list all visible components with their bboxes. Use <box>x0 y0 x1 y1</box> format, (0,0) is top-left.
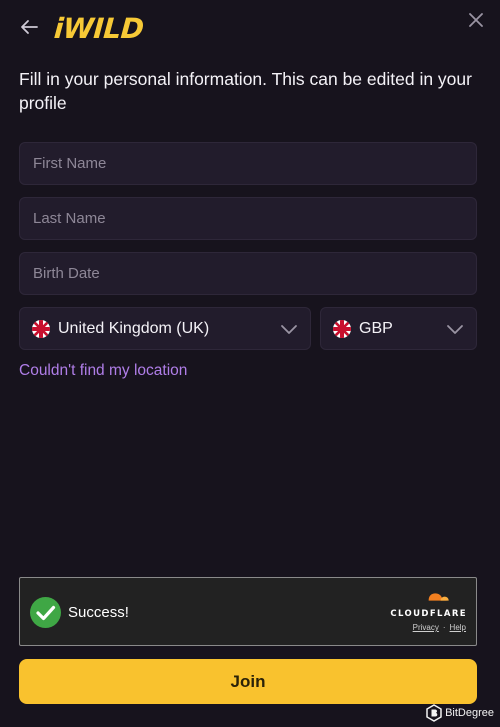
join-button[interactable]: Join <box>19 659 477 704</box>
birth-date-input[interactable] <box>33 265 463 282</box>
watermark-text: BitDegree <box>445 707 494 719</box>
first-name-input[interactable] <box>33 155 463 172</box>
last-name-input[interactable] <box>33 210 463 227</box>
country-select[interactable]: United Kingdom (UK) <box>19 307 311 350</box>
birth-date-field[interactable] <box>19 252 477 295</box>
last-name-field[interactable] <box>19 197 477 240</box>
chevron-down-icon <box>447 324 463 334</box>
uk-flag-icon <box>32 319 50 338</box>
close-button[interactable] <box>464 8 488 32</box>
bitdegree-logo-icon <box>426 704 442 722</box>
cloudflare-wordmark: CLOUDFLARE <box>390 609 467 619</box>
close-icon <box>469 13 483 27</box>
success-check-icon <box>30 597 61 628</box>
currency-value: GBP <box>359 319 393 337</box>
arrow-left-icon <box>21 20 38 34</box>
privacy-link[interactable]: Privacy <box>413 623 439 632</box>
cloudflare-captcha: Success! CLOUDFLARE Privacy · Help <box>19 577 477 646</box>
back-button[interactable] <box>16 14 42 40</box>
chevron-down-icon <box>281 324 297 334</box>
link-separator: · <box>442 623 446 632</box>
location-help-link[interactable]: Couldn't find my location <box>19 362 187 380</box>
signup-page: iWILD Fill in your personal information.… <box>0 0 500 727</box>
header: iWILD <box>0 0 500 60</box>
brand-logo: iWILD <box>52 12 145 45</box>
intro-text: Fill in your personal information. This … <box>19 69 472 113</box>
first-name-field[interactable] <box>19 142 477 185</box>
currency-select[interactable]: GBP <box>320 307 477 350</box>
country-value: United Kingdom (UK) <box>58 319 210 337</box>
captcha-status: Success! <box>68 604 129 621</box>
help-link[interactable]: Help <box>450 623 466 632</box>
watermark: BitDegree <box>426 704 494 722</box>
uk-flag-icon <box>333 319 351 338</box>
captcha-links: Privacy · Help <box>413 623 466 632</box>
cloudflare-cloud-icon <box>428 593 449 601</box>
